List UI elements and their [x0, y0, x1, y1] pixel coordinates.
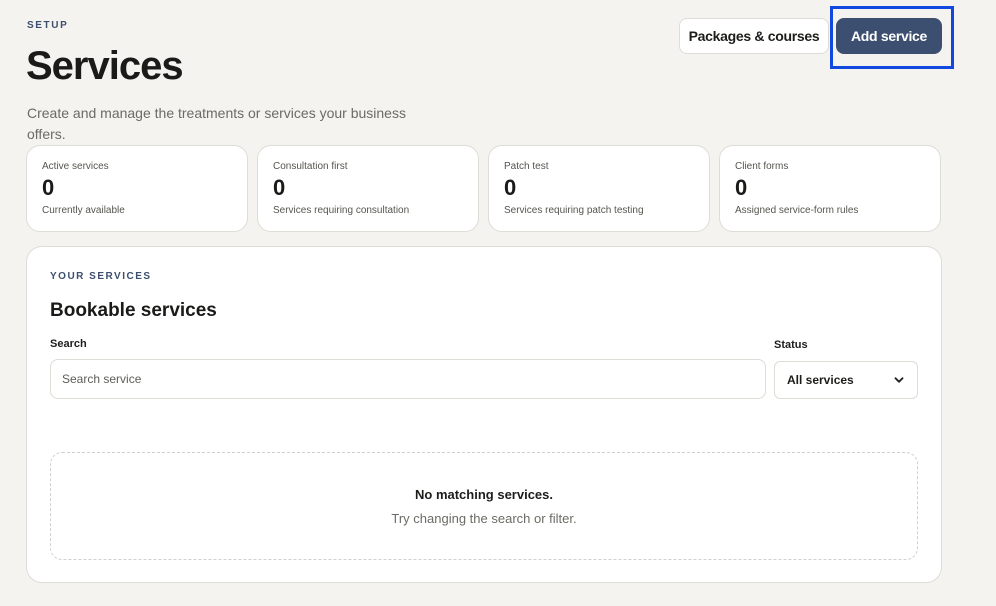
stat-card-active-services: Active services 0 Currently available	[26, 145, 248, 232]
status-label: Status	[774, 339, 808, 351]
stat-card-patch-test: Patch test 0 Services requiring patch te…	[488, 145, 710, 232]
section-eyebrow: SETUP	[27, 20, 69, 31]
packages-courses-button[interactable]: Packages & courses	[679, 18, 829, 54]
stat-subtitle: Services requiring consultation	[273, 205, 410, 216]
stat-subtitle: Assigned service-form rules	[735, 205, 859, 216]
search-input[interactable]	[50, 359, 766, 399]
stat-subtitle: Services requiring patch testing	[504, 205, 644, 216]
empty-state-title: No matching services.	[415, 486, 553, 502]
page-description: Create and manage the treatments or serv…	[27, 105, 406, 142]
stat-label: Consultation first	[273, 161, 348, 172]
services-page: SETUP Services Create and manage the tre…	[0, 0, 996, 606]
add-service-button[interactable]: Add service	[836, 18, 942, 54]
stat-value: 0	[735, 175, 748, 200]
stat-card-client-forms: Client forms 0 Assigned service-form rul…	[719, 145, 941, 232]
page-title: Services	[26, 44, 184, 88]
stat-value: 0	[42, 175, 55, 200]
panel-eyebrow: YOUR SERVICES	[50, 271, 152, 282]
chevron-down-icon	[894, 377, 904, 383]
stat-label: Active services	[42, 161, 109, 172]
empty-state-subtitle: Try changing the search or filter.	[391, 510, 577, 526]
search-label: Search	[50, 338, 87, 350]
stat-label: Patch test	[504, 161, 549, 172]
status-select[interactable]: All services	[774, 361, 918, 399]
empty-state: No matching services. Try changing the s…	[50, 452, 918, 560]
stat-value: 0	[504, 175, 517, 200]
stat-label: Client forms	[735, 161, 789, 172]
services-panel: YOUR SERVICES Bookable services Search S…	[26, 246, 942, 583]
status-selected-value: All services	[787, 373, 854, 387]
stat-subtitle: Currently available	[42, 205, 125, 216]
stat-card-consultation-first: Consultation first 0 Services requiring …	[257, 145, 479, 232]
panel-title: Bookable services	[50, 300, 217, 321]
stat-value: 0	[273, 175, 286, 200]
